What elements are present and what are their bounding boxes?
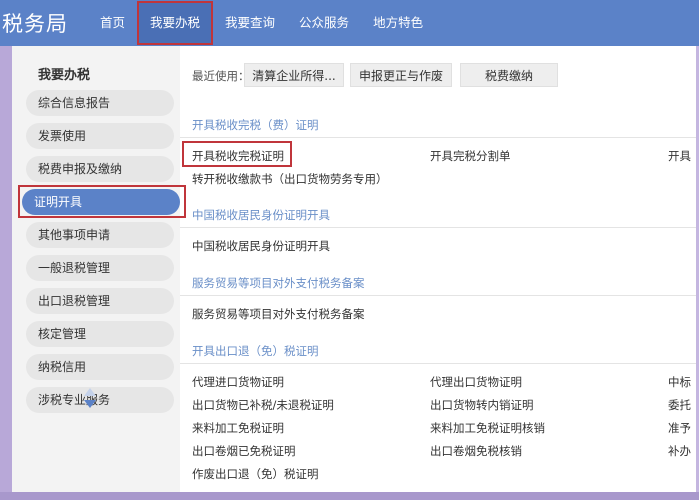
link-bid-truncated[interactable]: 中标 — [668, 374, 691, 390]
main-nav: 首页 我要办税 我要查询 公众服务 地方特色 — [88, 0, 435, 46]
section-divider — [180, 137, 696, 138]
sidebar-item-general-refund[interactable]: 一般退税管理 — [26, 255, 174, 281]
recent-button-liquidation[interactable]: 清算企业所得... — [244, 63, 344, 87]
recent-use-label: 最近使用： — [192, 69, 250, 83]
sidebar-item-invoice-use[interactable]: 发票使用 — [26, 123, 174, 149]
nav-home[interactable]: 首页 — [88, 0, 137, 46]
nav-public-service[interactable]: 公众服务 — [287, 0, 361, 46]
top-nav-bar: 税务局 首页 我要办税 我要查询 公众服务 地方特色 — [0, 0, 699, 46]
link-export-goods-tax-status[interactable]: 出口货物已补税/未退税证明 — [192, 397, 334, 413]
section-divider — [180, 295, 696, 296]
recent-button-correction[interactable]: 申报更正与作废 — [350, 63, 452, 87]
section-title-export-refund-certificate: 开具出口退（免）税证明 — [192, 344, 319, 358]
sidebar: 我要办税 综合信息报告 发票使用 税费申报及缴纳 证明开具 其他事项申请 一般退… — [12, 46, 186, 492]
link-agent-export-certificate[interactable]: 代理出口货物证明 — [430, 374, 522, 390]
section-title-service-trade-filing: 服务贸易等项目对外支付税务备案 — [192, 276, 365, 290]
triangle-down-icon[interactable] — [84, 400, 96, 408]
section-divider — [180, 227, 696, 228]
sidebar-item-professional-services[interactable]: 涉税专业服务 — [26, 387, 174, 413]
nav-query[interactable]: 我要查询 — [213, 0, 287, 46]
link-issue-truncated[interactable]: 开具 — [668, 148, 691, 164]
link-agent-import-certificate[interactable]: 代理进口货物证明 — [192, 374, 284, 390]
link-reissue-truncated[interactable]: 补办 — [668, 443, 691, 459]
triangle-up-icon[interactable] — [84, 388, 96, 396]
link-entrust-truncated[interactable]: 委托 — [668, 397, 691, 413]
section-divider — [180, 363, 696, 364]
right-column-clipped: 开具 中标 委托 准予 补办 — [660, 46, 696, 492]
sidebar-item-other-applications[interactable]: 其他事项申请 — [26, 222, 174, 248]
link-service-trade-filing[interactable]: 服务贸易等项目对外支付税务备案 — [192, 306, 365, 322]
section-title-tax-payment-certificate: 开具税收完税（费）证明 — [192, 118, 319, 132]
link-issue-tax-payment-certificate[interactable]: 开具税收完税证明 — [192, 148, 284, 164]
section-title-resident-certificate: 中国税收居民身份证明开具 — [192, 208, 330, 222]
link-issue-tax-split-bill[interactable]: 开具完税分割单 — [430, 148, 511, 164]
link-resident-certificate[interactable]: 中国税收居民身份证明开具 — [192, 238, 330, 254]
sidebar-item-export-refund[interactable]: 出口退税管理 — [26, 288, 174, 314]
sidebar-item-assessment[interactable]: 核定管理 — [26, 321, 174, 347]
link-processing-exemption-writeoff[interactable]: 来料加工免税证明核销 — [430, 420, 545, 436]
link-cigarette-exemption[interactable]: 出口卷烟已免税证明 — [192, 443, 296, 459]
decorative-frame-left — [0, 0, 12, 500]
link-processing-exemption[interactable]: 来料加工免税证明 — [192, 420, 284, 436]
nav-tax-handling[interactable]: 我要办税 — [137, 1, 214, 45]
link-cigarette-exemption-writeoff[interactable]: 出口卷烟免税核销 — [430, 443, 522, 459]
link-approve-truncated[interactable]: 准予 — [668, 420, 691, 436]
site-brand: 税务局 — [2, 12, 68, 36]
link-export-goods-domestic-sale[interactable]: 出口货物转内销证明 — [430, 397, 534, 413]
sidebar-title: 我要办税 — [38, 68, 91, 83]
sidebar-item-comprehensive-report[interactable]: 综合信息报告 — [26, 90, 174, 116]
nav-local-features[interactable]: 地方特色 — [361, 0, 435, 46]
decorative-frame-bottom — [0, 492, 699, 500]
link-transfer-tax-receipt[interactable]: 转开税收缴款书（出口货物劳务专用） — [192, 171, 388, 187]
link-void-export-certificate[interactable]: 作废出口退（免）税证明 — [192, 466, 319, 482]
sidebar-scroll-control[interactable] — [82, 386, 98, 412]
sidebar-item-tax-credit[interactable]: 纳税信用 — [26, 354, 174, 380]
sidebar-item-certificate-issuance[interactable]: 证明开具 — [22, 189, 180, 215]
recent-button-tax-payment[interactable]: 税费缴纳 — [460, 63, 558, 87]
sidebar-item-tax-declaration[interactable]: 税费申报及缴纳 — [26, 156, 174, 182]
